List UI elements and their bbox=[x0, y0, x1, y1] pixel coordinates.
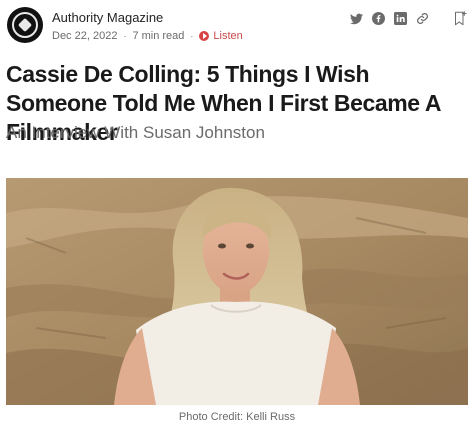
listen-button[interactable]: Listen bbox=[199, 30, 243, 42]
logo-icon bbox=[12, 12, 38, 38]
article-header: Authority Magazine Dec 22, 2022 · 7 min … bbox=[7, 6, 467, 46]
link-icon[interactable] bbox=[416, 12, 429, 25]
meta-separator: · bbox=[190, 31, 194, 41]
article-subtitle: An Interview With Susan Johnston bbox=[6, 123, 265, 142]
article-meta: Dec 22, 2022 · 7 min read · Listen bbox=[52, 30, 243, 42]
meta-separator: · bbox=[123, 31, 127, 41]
article-photo bbox=[6, 178, 468, 405]
bookmark-icon[interactable] bbox=[454, 11, 467, 26]
publication-name[interactable]: Authority Magazine bbox=[52, 10, 163, 25]
photo-caption: Photo Credit: Kelli Russ bbox=[178, 411, 296, 423]
play-icon bbox=[199, 31, 210, 41]
facebook-icon[interactable] bbox=[372, 12, 385, 25]
publish-date: Dec 22, 2022 bbox=[52, 30, 118, 42]
share-bar bbox=[350, 11, 467, 26]
listen-label: Listen bbox=[213, 30, 243, 42]
publication-avatar[interactable] bbox=[7, 7, 43, 43]
read-time: 7 min read bbox=[132, 30, 185, 42]
twitter-icon[interactable] bbox=[350, 12, 363, 25]
linkedin-icon[interactable] bbox=[394, 12, 407, 25]
